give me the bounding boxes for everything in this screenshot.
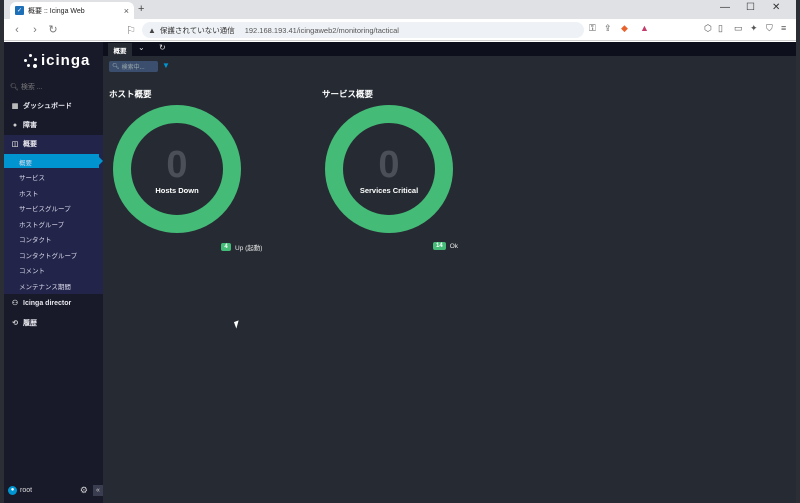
- services-legend[interactable]: 14 Ok: [433, 242, 458, 250]
- sidebar-item-label: 概要: [23, 141, 37, 148]
- icinga-logo[interactable]: icinga: [24, 52, 90, 69]
- problems-icon: ●: [12, 121, 18, 129]
- tab-overview[interactable]: 概要: [108, 43, 132, 56]
- close-tab-icon[interactable]: ×: [124, 6, 129, 16]
- dashboard-icon: ▦: [11, 103, 19, 110]
- binoculars-icon: ◫: [11, 141, 19, 148]
- submenu-item-servicegroups[interactable]: サービスグループ: [19, 203, 71, 213]
- submenu-item-hosts[interactable]: ホスト: [19, 188, 39, 198]
- icinga-app: icinga 🔍︎ 検索 ... ▦ ダッシュボード ● 障害 ◫ 概要 概要 …: [4, 42, 796, 503]
- services-panel-title: サービス概要: [322, 89, 374, 99]
- submenu-item-overview[interactable]: 概要: [19, 157, 32, 167]
- hosts-legend[interactable]: 4 Up (起動): [221, 242, 262, 252]
- hosts-down-caption: Hosts Down: [155, 186, 199, 195]
- sidebar-item-label: ダッシュボード: [23, 103, 72, 110]
- share-icon[interactable]: ⇪: [604, 23, 612, 34]
- vpn-icon[interactable]: ⛉: [766, 23, 773, 34]
- logo-burst-icon: [24, 53, 38, 68]
- search-placeholder: 検索中...: [121, 65, 145, 71]
- sidebar-item-problems[interactable]: ● 障害: [4, 116, 103, 134]
- sidebar-search[interactable]: 🔍︎ 検索 ...: [10, 82, 43, 92]
- avatar[interactable]: ●: [8, 485, 17, 495]
- search-input[interactable]: 🔍︎ 検索中...: [109, 61, 158, 72]
- filter-icon[interactable]: ▼: [162, 61, 170, 70]
- icinga-favicon-icon: ✓: [15, 6, 24, 15]
- close-window-button[interactable]: ✕: [772, 2, 780, 13]
- new-tab-button[interactable]: +: [138, 3, 144, 15]
- back-icon[interactable]: ‹: [10, 24, 24, 36]
- submenu-item-hostgroups[interactable]: ホストグループ: [19, 219, 64, 229]
- leo-icon[interactable]: ✦: [750, 23, 758, 34]
- submenu-item-services[interactable]: サービス: [19, 172, 45, 182]
- search-icon: 🔍︎: [10, 84, 19, 91]
- sidebar-item-label: 履歴: [23, 320, 37, 327]
- submenu-item-comments[interactable]: コメント: [19, 265, 45, 275]
- hosts-up-label: Up (起動): [235, 245, 263, 252]
- browser-toolbar: ‹ › ↻ ⚐ ▲ 保護されていない通信 192.168.193.41/icin…: [4, 19, 796, 41]
- minimize-button[interactable]: —: [720, 2, 730, 13]
- hosts-donut[interactable]: 0 Hosts Down: [112, 104, 242, 234]
- warning-icon: ▲: [148, 25, 156, 35]
- hosts-panel-title: ホスト概要: [109, 89, 152, 99]
- username[interactable]: root: [20, 487, 80, 494]
- sidebar-toggle-icon[interactable]: ▯: [718, 23, 723, 34]
- gear-icon[interactable]: ⚙: [80, 485, 88, 496]
- history-icon: ⟲: [12, 320, 18, 327]
- wallet-icon[interactable]: ▭: [734, 23, 743, 34]
- sidebar-item-dashboard[interactable]: ▦ ダッシュボード: [4, 97, 103, 115]
- sidebar-item-label: Icinga director: [23, 299, 72, 307]
- services-critical-count: 0: [378, 144, 399, 186]
- browser-window: ✓ 概要 :: Icinga Web × + — ☐ ✕ ‹ › ↻ ⚐ ▲ 保…: [4, 0, 796, 503]
- browser-tab[interactable]: ✓ 概要 :: Icinga Web ×: [10, 2, 134, 19]
- sidebar-item-overview[interactable]: ◫ 概要: [4, 135, 103, 153]
- submenu-item-contacts[interactable]: コンタクト: [19, 234, 52, 244]
- director-icon: ⚇: [11, 300, 19, 307]
- services-donut[interactable]: 0 Services Critical: [324, 104, 454, 234]
- services-ok-badge: 14: [433, 242, 446, 250]
- submenu-item-downtimes[interactable]: メンテナンス期間: [19, 281, 71, 291]
- sidebar-search-placeholder: 検索 ...: [20, 84, 43, 91]
- url-text: 192.168.193.41/icingaweb2/monitoring/tac…: [244, 25, 399, 35]
- main-header: [103, 42, 796, 56]
- search-icon: 🔍︎: [112, 64, 120, 70]
- hosts-down-count: 0: [166, 144, 187, 186]
- mouse-cursor: [233, 320, 242, 329]
- refresh-icon[interactable]: ↻: [159, 43, 166, 52]
- forward-icon[interactable]: ›: [28, 24, 42, 36]
- brave-shield-icon[interactable]: ◆: [621, 23, 628, 34]
- maximize-button[interactable]: ☐: [746, 2, 755, 13]
- collapse-sidebar-icon[interactable]: «: [93, 484, 103, 496]
- hosts-up-badge: 4: [221, 243, 231, 251]
- submenu-item-contactgroups[interactable]: コンタクトグループ: [19, 250, 77, 260]
- sidebar: icinga 🔍︎ 検索 ... ▦ ダッシュボード ● 障害 ◫ 概要 概要 …: [4, 42, 103, 503]
- sidebar-footer: ● root ⚙ «: [8, 483, 103, 497]
- security-warning: 保護されていない通信: [159, 25, 235, 35]
- tab-title: 概要 :: Icinga Web: [28, 7, 85, 15]
- bookmark-icon[interactable]: ⚐: [124, 24, 138, 37]
- services-critical-caption: Services Critical: [360, 186, 418, 195]
- tab-strip: ✓ 概要 :: Icinga Web × + — ☐ ✕: [4, 0, 796, 19]
- extensions-icon[interactable]: ⬡: [704, 23, 712, 34]
- logo-text: icinga: [41, 52, 91, 69]
- address-bar[interactable]: ▲ 保護されていない通信 192.168.193.41/icingaweb2/m…: [142, 22, 584, 38]
- sidebar-item-director[interactable]: ⚇ Icinga director: [4, 294, 103, 312]
- reload-icon[interactable]: ↻: [46, 23, 60, 36]
- sidebar-item-history[interactable]: ⟲ 履歴: [4, 314, 103, 332]
- brave-rewards-icon[interactable]: ▲: [640, 23, 649, 33]
- sidebar-item-label: 障害: [23, 122, 37, 129]
- chevron-down-icon[interactable]: ⌄: [138, 43, 145, 52]
- menu-icon[interactable]: ≡: [781, 23, 786, 33]
- key-icon[interactable]: ⚿: [589, 23, 596, 34]
- services-ok-label: Ok: [449, 242, 458, 250]
